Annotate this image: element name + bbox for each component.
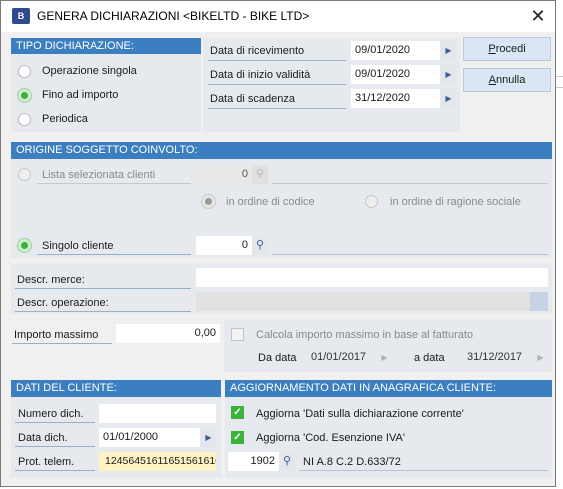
radio-periodica[interactable] [18,113,31,126]
data-ricevimento-field[interactable]: 09/01/2020 [351,41,440,60]
descr-merce-label: Descr. merce: [17,274,85,286]
data-scadenza-label: Data di scadenza [210,93,295,105]
data-validita-underline [208,84,346,85]
title-bar: B GENERA DICHIARAZIONI <BIKELTD - BIKE L… [1,1,555,32]
numero-dich-underline [15,422,95,423]
da-data-label: Da data [258,352,297,364]
radio-fino-ad-importo[interactable] [18,89,31,102]
radio-ordine-ragione-sociale[interactable] [365,195,378,208]
window-title: GENERA DICHIARAZIONI <BIKELTD - BIKE LTD… [37,9,310,23]
origine-header: ORIGINE SOGGETTO COINVOLTO: [11,142,552,159]
descr-operazione-scroll-handle[interactable] [530,292,548,311]
lista-selezionata-field: 0 [196,165,252,184]
data-validita-field[interactable]: 09/01/2020 [351,65,440,84]
background-edge-segment [556,76,563,88]
prot-telem-field[interactable]: 12456451611651561616 [99,452,216,471]
radio-operazione-singola[interactable] [18,65,31,78]
lista-lookup-icon: ⚲ [252,165,268,184]
codice-esenzione-underline [299,470,548,471]
app-icon: B [12,8,30,24]
aggiorna-dati-label: Aggiorna 'Dati sulla dichiarazione corre… [256,408,464,420]
descr-operazione-field [196,292,530,311]
aggiornamento-header: AGGIORNAMENTO DATI IN ANAGRAFICA CLIENTE… [225,380,552,397]
data-ricevimento-label: Data di ricevimento [210,45,305,57]
singolo-cliente-description-line [272,254,548,255]
annulla-button[interactable]: Annulla [463,68,551,92]
calcola-importo-checkbox[interactable] [231,328,244,341]
data-dich-field[interactable]: 01/01/2000 [99,428,200,447]
data-validita-label: Data di inizio validità [210,69,311,81]
lista-description-line [272,183,548,184]
singolo-cliente-underline [37,254,191,255]
background-window-edge [556,0,563,489]
data-scadenza-picker-icon[interactable]: ▶ [441,89,456,108]
prot-telem-underline [15,470,95,471]
close-button[interactable]: ✕ [523,5,553,27]
descr-operazione-label: Descr. operazione: [17,297,109,309]
data-scadenza-underline [208,108,346,109]
aggiorna-esenzione-label: Aggiorna 'Cod. Esenzione IVA' [256,432,405,444]
radio-lista-selezionata[interactable] [18,168,31,181]
aggiorna-esenzione-checkbox[interactable]: ✓ [231,431,244,444]
radio-label-fino-ad-importo: Fino ad importo [42,89,119,101]
lista-selezionata-underline [37,183,191,184]
numero-dich-label: Numero dich. [18,408,84,420]
numero-dich-field[interactable] [99,404,216,423]
singolo-cliente-lookup-icon[interactable]: ⚲ [252,236,268,255]
procedi-button[interactable]: Procedi [463,37,551,61]
calcola-importo-label: Calcola importo massimo in base al fattu… [256,329,474,341]
importo-massimo-field[interactable]: 0,00 [116,324,220,343]
codice-esenzione-lookup-icon[interactable]: ⚲ [279,452,295,471]
genera-dichiarazioni-dialog: B GENERA DICHIARAZIONI <BIKELTD - BIKE L… [0,0,556,487]
data-dich-underline [15,446,95,447]
a-data-label: a data [414,352,445,364]
tipo-dichiarazione-header: TIPO DICHIARAZIONE: [11,38,201,54]
a-data-picker-icon: ▶ [533,348,548,367]
radio-label-operazione-singola: Operazione singola [42,65,137,77]
ordine-codice-label: in ordine di codice [226,196,315,208]
data-dich-picker-icon[interactable]: ▶ [201,428,216,447]
descr-merce-field[interactable] [196,268,548,287]
a-data-field: 31/12/2017 [463,348,533,367]
importo-massimo-underline [12,343,112,344]
descr-operazione-underline [15,311,191,312]
radio-ordine-codice[interactable] [202,195,215,208]
singolo-cliente-field[interactable]: 0 [196,236,252,255]
singolo-cliente-label: Singolo cliente [42,240,114,252]
lista-selezionata-label: Lista selezionata clienti [42,169,156,181]
data-validita-picker-icon[interactable]: ▶ [441,65,456,84]
da-data-picker-icon: ▶ [377,348,392,367]
ordine-ragione-sociale-label: in ordine di ragione sociale [390,196,521,208]
data-dich-label: Data dich. [18,432,68,444]
radio-label-periodica: Periodica [42,113,88,125]
prot-telem-label: Prot. telem. [18,456,75,468]
da-data-field: 01/01/2017 [307,348,377,367]
importo-massimo-label: Importo massimo [14,329,99,341]
dati-cliente-header: DATI DEL CLIENTE: [11,380,221,397]
aggiorna-dati-checkbox[interactable]: ✓ [231,406,244,419]
radio-singolo-cliente[interactable] [18,239,31,252]
codice-esenzione-field[interactable]: 1902 [228,452,279,471]
descr-merce-underline [15,288,191,289]
data-scadenza-field[interactable]: 31/12/2020 [351,89,440,108]
data-ricevimento-underline [208,60,346,61]
codice-esenzione-descrizione: NI A.8 C.2 D.633/72 [303,456,401,468]
data-ricevimento-picker-icon[interactable]: ▶ [441,41,456,60]
